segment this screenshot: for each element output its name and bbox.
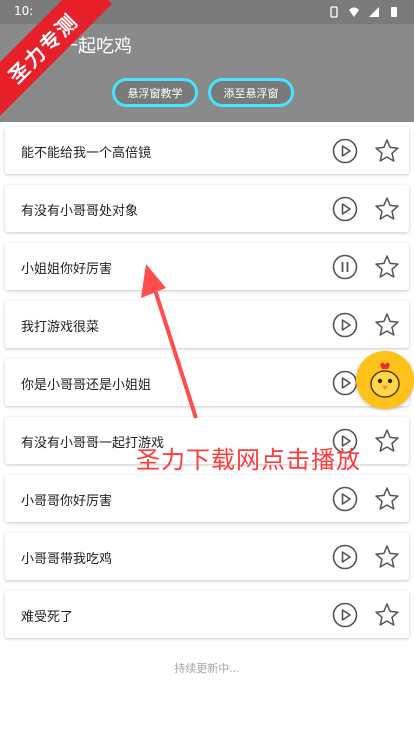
list-item[interactable]: 小哥哥带我吃鸡 (5, 533, 409, 580)
list-item-label: 能不能给我一个高倍镜 (21, 146, 152, 161)
star-icon[interactable] (374, 602, 400, 628)
list-item-label: 你是小哥哥还是小姐姐 (21, 378, 152, 393)
play-icon[interactable] (332, 602, 358, 628)
list-item[interactable]: 小姐姐你好厉害 (5, 243, 409, 290)
play-icon[interactable] (332, 486, 358, 512)
list-item[interactable]: 难受死了 (5, 591, 409, 638)
list-item[interactable]: 你是小哥哥还是小姐姐 (5, 359, 409, 406)
list-item-label: 难受死了 (21, 610, 74, 625)
star-icon[interactable] (374, 138, 400, 164)
signal-icon (369, 7, 379, 17)
star-icon[interactable] (374, 254, 400, 280)
play-icon[interactable] (332, 544, 358, 570)
wifi-icon (349, 7, 359, 17)
overlay-caption: 圣力下载网点击播放 (136, 446, 361, 474)
star-icon[interactable] (374, 428, 400, 454)
play-icon[interactable] (332, 196, 358, 222)
list-item-label: 我打游戏很菜 (21, 320, 100, 335)
star-icon[interactable] (374, 486, 400, 512)
pause-icon[interactable] (332, 254, 358, 280)
play-icon[interactable] (332, 312, 358, 338)
voice-list: 能不能给我一个高倍镜 有没有小哥哥处对象 小姐姐你好厉害 我打游戏很菜你是小哥哥还是小… (5, 127, 409, 649)
star-icon[interactable] (374, 196, 400, 222)
status-time: 10: (14, 4, 34, 18)
footer-text: 持续更新中... (174, 662, 240, 675)
play-icon[interactable] (332, 138, 358, 164)
star-icon[interactable] (374, 544, 400, 570)
float-mascot-button[interactable] (356, 351, 414, 409)
play-icon[interactable] (332, 370, 358, 396)
list-item-label: 小姐姐你好厉害 (21, 262, 113, 277)
list-item[interactable]: 我打游戏很菜 (5, 301, 409, 348)
status-icons (328, 6, 400, 18)
add-to-float-button[interactable]: 添至悬浮窗 (208, 78, 294, 107)
list-item-label: 有没有小哥哥处对象 (21, 204, 139, 219)
vibrate-icon (330, 6, 338, 18)
list-item-label: 小哥哥带我吃鸡 (21, 552, 113, 567)
list-item[interactable]: 小哥哥你好厉害 (5, 475, 409, 522)
list-item-label: 小哥哥你好厉害 (21, 494, 113, 509)
star-icon[interactable] (374, 312, 400, 338)
float-tutorial-button[interactable]: 悬浮窗教学 (112, 78, 198, 107)
list-item[interactable]: 能不能给我一个高倍镜 (5, 127, 409, 174)
battery-icon (391, 7, 397, 17)
list-item[interactable]: 有没有小哥哥处对象 (5, 185, 409, 232)
chick-icon (370, 362, 400, 398)
